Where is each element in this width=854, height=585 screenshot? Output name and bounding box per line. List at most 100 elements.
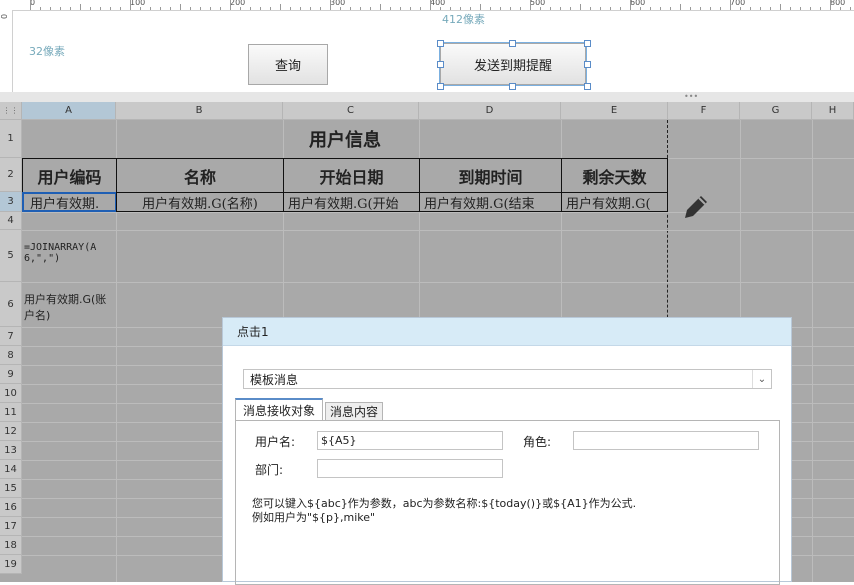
resize-handle[interactable] — [584, 40, 591, 47]
header-cell[interactable]: 开始日期 — [283, 158, 420, 193]
resize-handle[interactable] — [509, 40, 516, 47]
column-header-c[interactable]: C — [283, 102, 419, 120]
ruler-tick — [420, 7, 421, 10]
ruler-tick — [190, 7, 191, 10]
row-header[interactable]: 4 — [0, 212, 22, 230]
ruler-tick — [610, 7, 611, 10]
data-cell-d3[interactable]: 用户有效期.G(结束 — [419, 192, 562, 212]
ruler-tick — [140, 7, 141, 10]
role-input[interactable] — [573, 431, 759, 450]
ruler-tick — [720, 7, 721, 10]
ruler-tick — [780, 4, 781, 10]
ruler-tick — [130, 0, 131, 10]
data-cell-c3[interactable]: 用户有效期.G(开始 — [283, 192, 420, 212]
formula-cell-a5[interactable]: =JOINARRAY(A6,",") — [24, 242, 116, 276]
row-header[interactable]: 14 — [0, 460, 22, 479]
row-header[interactable]: 5 — [0, 230, 22, 282]
row-header[interactable]: 19 — [0, 555, 22, 574]
height-dimension-label: 32像素 — [29, 45, 65, 58]
department-input[interactable] — [317, 459, 503, 478]
pencil-icon[interactable] — [679, 190, 713, 224]
grid-line — [22, 212, 854, 213]
ruler-tick — [500, 7, 501, 10]
resize-handle[interactable] — [584, 61, 591, 68]
ruler-tick — [270, 7, 271, 10]
message-type-select[interactable]: 模板消息 ⌄ — [243, 369, 772, 389]
row-header[interactable]: 2 — [0, 158, 22, 192]
ruler-tick — [690, 7, 691, 10]
data-cell-a3[interactable]: 用户有效期. — [22, 192, 117, 212]
drag-grip-icon[interactable]: ••• — [684, 92, 698, 101]
username-input[interactable]: ${A5} — [317, 431, 503, 450]
ruler-label: 200 — [230, 0, 246, 7]
row-header[interactable]: 9 — [0, 365, 22, 384]
ruler-tick — [730, 0, 731, 10]
data-cell-e3[interactable]: 用户有效期.G( — [561, 192, 668, 212]
resize-handle[interactable] — [437, 83, 444, 90]
ruler-tick — [210, 7, 211, 10]
ruler-label: 300 — [330, 0, 346, 7]
row-header[interactable]: 6 — [0, 282, 22, 327]
ruler-tick — [820, 7, 821, 10]
ruler-label: 400 — [430, 0, 446, 7]
column-header-h[interactable]: H — [812, 102, 854, 120]
resize-handle[interactable] — [437, 61, 444, 68]
ruler-tick — [430, 0, 431, 10]
row-header[interactable]: 13 — [0, 441, 22, 460]
role-label: 角色: — [523, 435, 552, 449]
action-dialog[interactable]: 点击1 模板消息 ⌄ 消息接收对象 消息内容 用户名: ${A5} 角色: 部门… — [222, 317, 792, 585]
resize-handle[interactable] — [584, 83, 591, 90]
row-header[interactable]: 17 — [0, 517, 22, 536]
ruler-tick — [710, 7, 711, 10]
row-header[interactable]: 8 — [0, 346, 22, 365]
tab-panel: 用户名: ${A5} 角色: 部门: 您可以键入${abc}作为参数，abc为参… — [235, 420, 780, 585]
data-cell-b3[interactable]: 用户有效期.G(名称) — [116, 192, 284, 212]
ruler-tick — [350, 7, 351, 10]
ruler-tick — [830, 0, 831, 10]
ruler-tick — [40, 7, 41, 10]
column-header-e[interactable]: E — [561, 102, 668, 120]
ruler-tick — [380, 4, 381, 10]
row-header[interactable]: 12 — [0, 422, 22, 441]
ruler-label: 800 — [830, 0, 846, 7]
header-cell[interactable]: 名称 — [116, 158, 284, 193]
ruler-tick — [630, 0, 631, 10]
tab-receivers[interactable]: 消息接收对象 — [235, 398, 323, 420]
sheet-title-cell[interactable]: 用户信息 — [22, 120, 668, 158]
chevron-down-icon[interactable]: ⌄ — [752, 370, 771, 388]
row-header[interactable]: 10 — [0, 384, 22, 403]
query-button[interactable]: 查询 — [248, 44, 328, 85]
select-all-corner[interactable]: ⋮⋮ — [0, 102, 22, 120]
column-header-f[interactable]: F — [668, 102, 740, 120]
header-cell[interactable]: 到期时间 — [419, 158, 562, 193]
username-label: 用户名: — [255, 435, 296, 449]
column-header-d[interactable]: D — [419, 102, 561, 120]
column-header-a[interactable]: A — [22, 102, 116, 120]
data-cell-a6[interactable]: 用户有效期.G(账户名) — [24, 291, 116, 325]
tab-content[interactable]: 消息内容 — [325, 402, 383, 421]
ruler-tick — [680, 4, 681, 10]
column-header-b[interactable]: B — [116, 102, 283, 120]
send-reminder-button[interactable]: 发送到期提醒 — [439, 42, 587, 86]
header-cell[interactable]: 用户编码 — [22, 158, 117, 193]
row-header[interactable]: 18 — [0, 536, 22, 555]
row-header[interactable]: 11 — [0, 403, 22, 422]
resize-handle[interactable] — [509, 83, 516, 90]
column-header-g[interactable]: G — [740, 102, 812, 120]
ruler-label: 0 — [0, 13, 10, 20]
row-header[interactable]: 7 — [0, 327, 22, 346]
ruler-tick — [160, 7, 161, 10]
row-header[interactable]: 3 — [0, 192, 22, 212]
top-ruler: 0 100 200 300 400 500 600 700 800 — [0, 0, 854, 11]
ruler-tick — [180, 4, 181, 10]
resize-handle[interactable] — [437, 40, 444, 47]
ruler-tick — [470, 7, 471, 10]
header-cell[interactable]: 剩余天数 — [561, 158, 668, 193]
ruler-tick — [510, 7, 511, 10]
row-header[interactable]: 15 — [0, 479, 22, 498]
row-header[interactable]: 1 — [0, 120, 22, 158]
design-canvas[interactable]: 32像素 412像素 查询 发送到期提醒 — [13, 11, 854, 92]
ruler-tick — [300, 7, 301, 10]
row-header[interactable]: 16 — [0, 498, 22, 517]
ruler-label: 700 — [730, 0, 746, 7]
